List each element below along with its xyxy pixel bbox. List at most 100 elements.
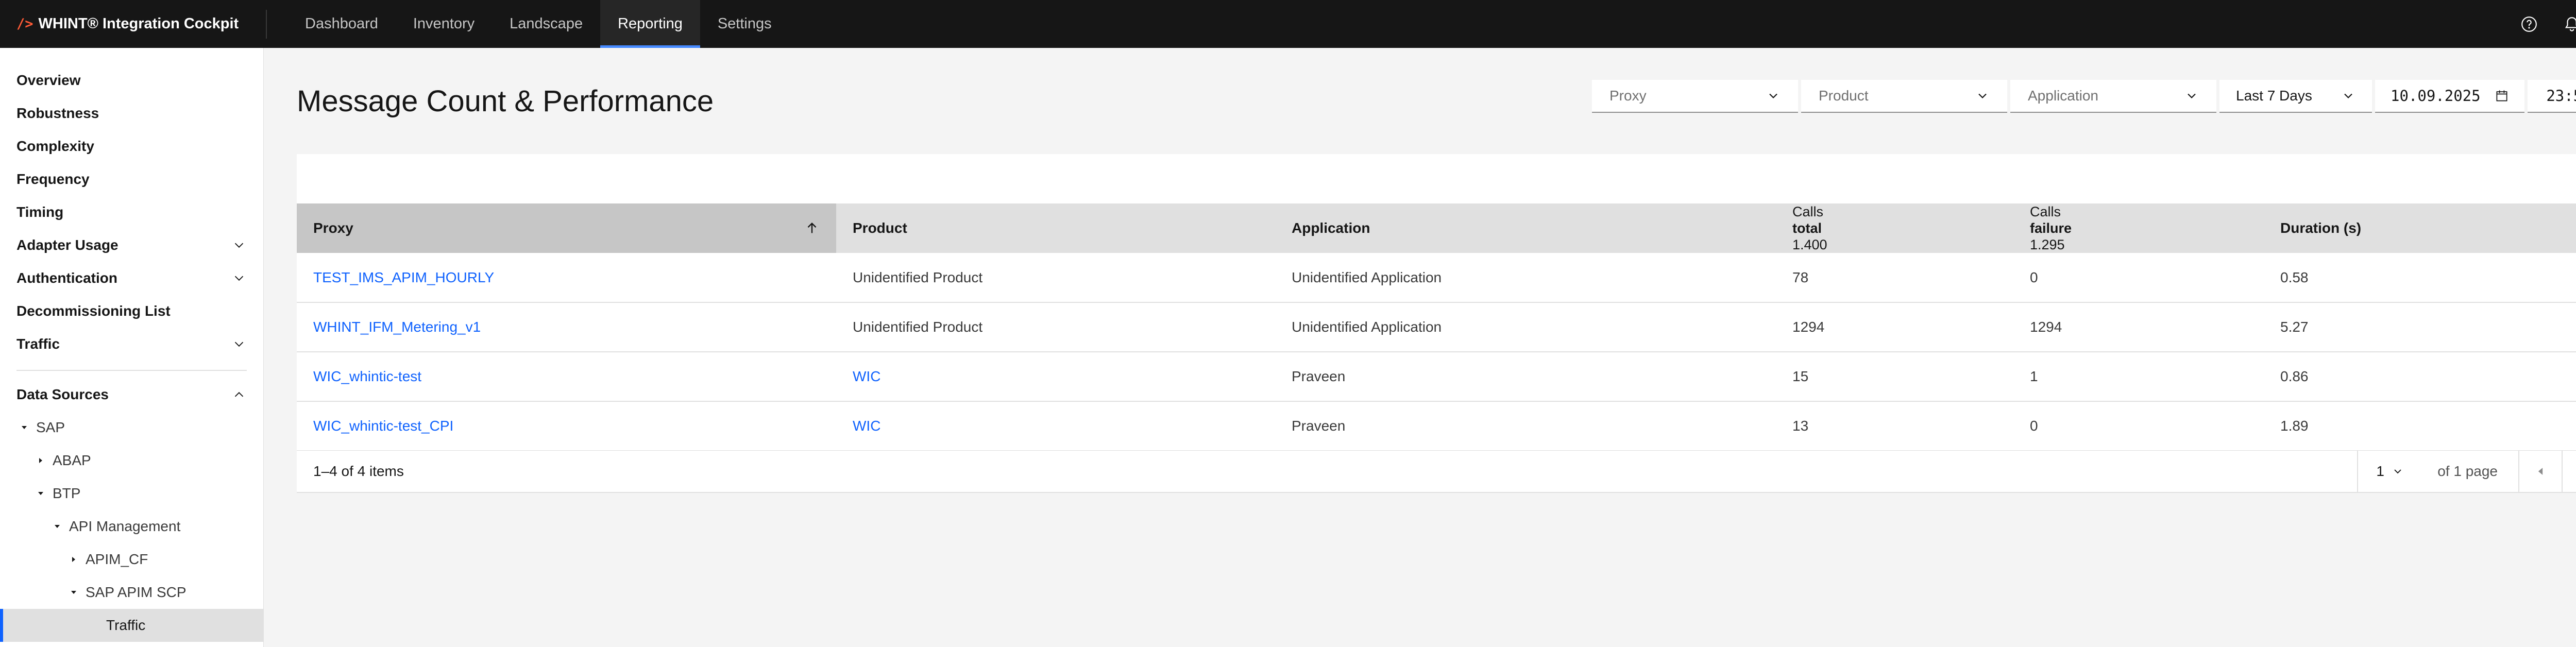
tree-node-label: API Management — [69, 518, 181, 534]
sidebar-item-timing[interactable]: Timing — [0, 196, 263, 229]
tree-node-btp[interactable]: BTP — [0, 477, 263, 510]
sidebar-item-decommissioning-list[interactable]: Decommissioning List — [0, 295, 263, 328]
column-header-label: Calls — [2030, 204, 2061, 219]
sidebar-item-label: Authentication — [16, 270, 117, 286]
chevron-down-icon — [1769, 93, 1777, 99]
page-total: of 1 page — [2437, 463, 2498, 479]
proxy-dropdown[interactable]: Proxy — [1592, 80, 1798, 113]
proxy-link[interactable]: TEST_IMS_APIM_HOURLY — [297, 253, 836, 303]
product-dropdown[interactable]: Product — [1801, 80, 2007, 113]
tree-node-label: SAP — [36, 419, 65, 435]
duration-cell: 0.58 — [2264, 253, 2576, 303]
caret-left-icon — [2538, 468, 2543, 475]
tree-node-label: ABAP — [53, 452, 91, 468]
column-header-calls-failure[interactable]: Calls failure 1.295 — [2013, 203, 2264, 253]
sidebar-item-label: Timing — [16, 204, 64, 220]
sidebar: Overview Robustness Complexity Frequency… — [0, 48, 264, 647]
product-link[interactable]: WIC — [836, 401, 1275, 451]
tree-node-sap-apim-scp[interactable]: SAP APIM SCP — [0, 576, 263, 609]
column-header-application[interactable]: Application — [1275, 203, 1776, 253]
table-header-row: Proxy Product Application Calls total 1.… — [297, 203, 2576, 253]
chevron-down-icon — [2394, 469, 2401, 474]
notification-icon[interactable] — [2550, 0, 2576, 48]
column-header-proxy[interactable]: Proxy — [297, 203, 836, 253]
brand[interactable]: /> WHINT® Integration Cockpit — [0, 9, 267, 39]
previous-page-button[interactable] — [2519, 450, 2562, 492]
sidebar-item-label: Frequency — [16, 171, 90, 187]
column-header-calls-total[interactable]: Calls total 1.400 — [1776, 203, 2013, 253]
page-select[interactable]: 1 — [2358, 450, 2422, 492]
nav-settings[interactable]: Settings — [700, 0, 789, 48]
page-title: Message Count & Performance — [297, 84, 714, 118]
tree-node-api-management[interactable]: API Management — [0, 510, 263, 543]
items-count: 1–4 of 4 items — [313, 463, 404, 479]
tree-node-abap[interactable]: ABAP — [0, 444, 263, 477]
time-value: 23:59 — [2546, 87, 2576, 105]
sidebar-item-label: Adapter Usage — [16, 237, 118, 253]
nav-landscape[interactable]: Landscape — [492, 0, 600, 48]
chevron-down-icon — [2188, 93, 2196, 99]
table-toolbar — [297, 154, 2576, 203]
calls-failure-cell: 0 — [2013, 253, 2264, 303]
proxy-link[interactable]: WHINT_IFM_Metering_v1 — [297, 302, 836, 352]
sidebar-item-frequency[interactable]: Frequency — [0, 163, 263, 196]
sidebar-item-adapter-usage[interactable]: Adapter Usage — [0, 229, 263, 262]
application-cell: Unidentified Application — [1275, 302, 1776, 352]
pagination: 1–4 of 4 items 1 of 1 page — [297, 450, 2576, 493]
help-icon[interactable] — [2507, 0, 2550, 48]
time-input[interactable]: 23:59 — [2528, 80, 2576, 113]
main-content: Message Count & Performance Proxy Produc… — [264, 48, 2576, 647]
sidebar-item-traffic[interactable]: Traffic — [0, 328, 263, 361]
application-dropdown[interactable]: Application — [2010, 80, 2216, 113]
table-row: WHINT_IFM_Metering_v1 Unidentified Produ… — [297, 302, 2576, 352]
calls-failure-cell: 1294 — [2013, 302, 2264, 352]
calls-total-cell: 78 — [1776, 253, 2013, 303]
caret-down-icon — [35, 488, 46, 499]
main-nav: Dashboard Inventory Landscape Reporting … — [287, 0, 789, 48]
sidebar-item-authentication[interactable]: Authentication — [0, 262, 263, 295]
top-header: /> WHINT® Integration Cockpit Dashboard … — [0, 0, 2576, 48]
time-range-dropdown[interactable]: Last 7 Days — [2219, 80, 2372, 113]
column-header-label: Duration (s) — [2280, 220, 2362, 236]
sidebar-item-data-sources[interactable]: Data Sources — [0, 378, 263, 411]
sidebar-item-robustness[interactable]: Robustness — [0, 97, 263, 130]
application-cell: Praveen — [1275, 401, 1776, 451]
calls-total-cell: 13 — [1776, 401, 2013, 451]
tree-node-traffic[interactable]: Traffic — [0, 609, 263, 642]
sidebar-divider — [16, 370, 247, 371]
nav-dashboard[interactable]: Dashboard — [287, 0, 396, 48]
caret-down-icon — [19, 422, 30, 433]
product-cell: Unidentified Product — [836, 253, 1275, 303]
duration-cell: 5.27 — [2264, 302, 2576, 352]
sidebar-item-label: Overview — [16, 72, 81, 88]
sidebar-item-label: Complexity — [16, 138, 94, 154]
proxy-link[interactable]: WIC_whintic-test — [297, 352, 836, 402]
tree-node-sap[interactable]: SAP — [0, 411, 263, 444]
column-total-value: 1.295 — [2030, 237, 2065, 252]
column-header-label: failure — [2030, 220, 2072, 236]
table-row: WIC_whintic-test WIC Praveen 15 1 0.86 — [297, 352, 2576, 402]
nav-reporting[interactable]: Reporting — [600, 0, 700, 48]
sidebar-item-label: Traffic — [16, 336, 60, 352]
sort-ascending-icon[interactable] — [804, 220, 820, 236]
proxy-link[interactable]: WIC_whintic-test_CPI — [297, 401, 836, 451]
next-page-button[interactable] — [2563, 450, 2576, 492]
brand-name: WHINT® Integration Cockpit — [38, 15, 239, 32]
nav-inventory[interactable]: Inventory — [396, 0, 492, 48]
chevron-down-icon — [2344, 93, 2352, 99]
tree-node-apim-cf[interactable]: APIM_CF — [0, 543, 263, 576]
table-row: TEST_IMS_APIM_HOURLY Unidentified Produc… — [297, 253, 2576, 303]
duration-cell: 1.89 — [2264, 401, 2576, 451]
proxy-dropdown-label: Proxy — [1609, 88, 1647, 104]
product-link[interactable]: WIC — [836, 352, 1275, 402]
column-header-label: Application — [1292, 220, 1370, 236]
product-dropdown-label: Product — [1819, 88, 1869, 104]
column-header-duration[interactable]: Duration (s) — [2264, 203, 2576, 253]
date-picker[interactable]: 10.09.2025 — [2375, 80, 2524, 113]
data-table: Proxy Product Application Calls total 1.… — [297, 203, 2576, 451]
calls-failure-cell: 0 — [2013, 401, 2264, 451]
sidebar-item-complexity[interactable]: Complexity — [0, 130, 263, 163]
sidebar-item-overview[interactable]: Overview — [0, 64, 263, 97]
calendar-icon[interactable] — [2495, 89, 2509, 103]
column-header-product[interactable]: Product — [836, 203, 1275, 253]
